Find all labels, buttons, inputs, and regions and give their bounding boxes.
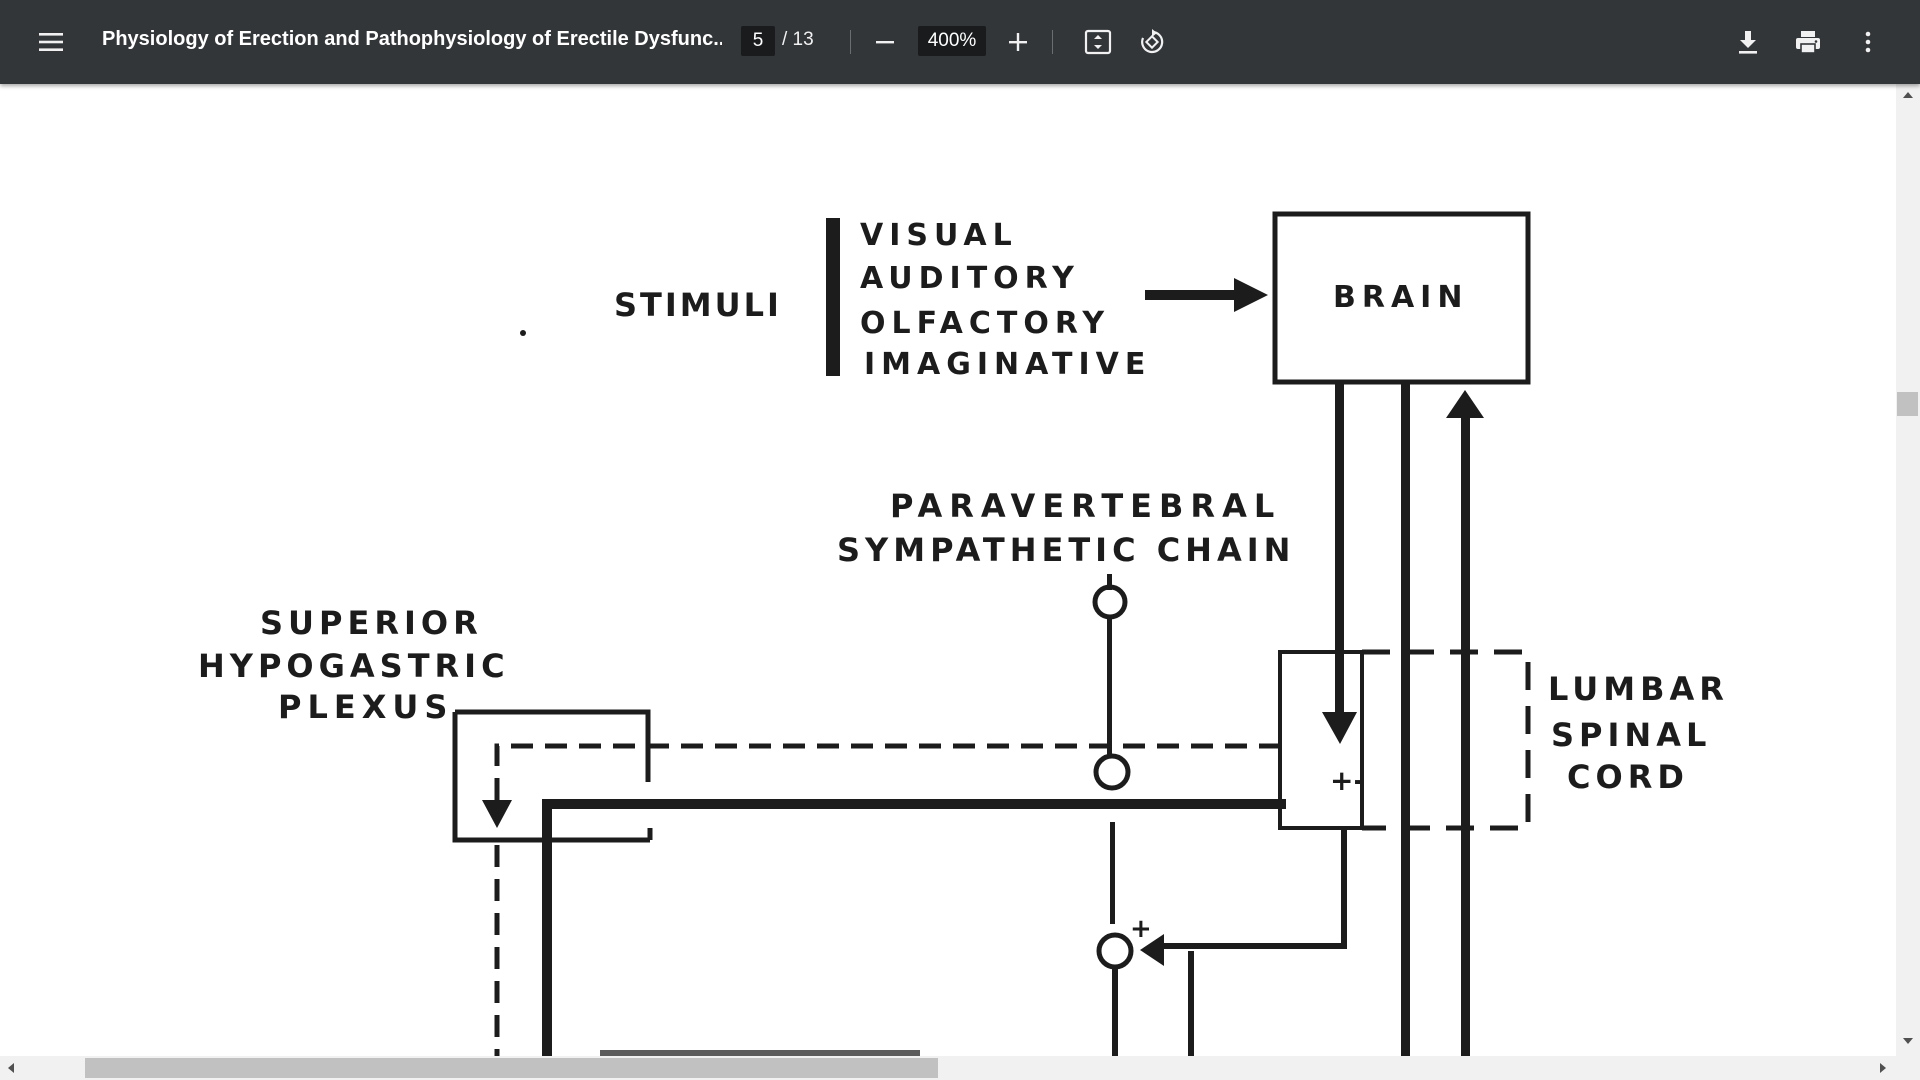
ganglion-top [1092, 584, 1128, 620]
pdf-viewer[interactable]: STIMULI VISUAL AUDITORY OLFACTORY IMAGIN… [0, 84, 1920, 1080]
page-number-input[interactable]: 5 [741, 26, 775, 56]
stimuli-bracket [826, 218, 840, 376]
descending-arrow-head [1322, 712, 1357, 744]
download-icon [1739, 31, 1757, 54]
document-title: Physiology of Erection and Pathophysiolo… [102, 28, 722, 50]
scroll-left-arrow-icon[interactable] [6, 1061, 16, 1075]
zoom-level-input[interactable]: 400% [918, 26, 986, 56]
brain-label: BRAIN [1333, 280, 1468, 315]
toolbar-separator [1052, 30, 1053, 54]
thick-nerve-path [542, 799, 1286, 1056]
spinal-label: SPINAL [1551, 716, 1711, 754]
menu-icon [39, 33, 63, 51]
superior-label: SUPERIOR [260, 604, 483, 642]
stimuli-arrow-line [1145, 290, 1243, 300]
return-nerve-path [1158, 828, 1347, 949]
stimuli-label: STIMULI [614, 286, 782, 324]
stimulus-olfactory: OLFACTORY [860, 306, 1110, 341]
scroll-up-arrow-icon[interactable] [1901, 90, 1915, 100]
print-button[interactable] [1784, 18, 1832, 66]
ganglion-bottom [1096, 932, 1134, 970]
document-page: STIMULI VISUAL AUDITORY OLFACTORY IMAGIN… [198, 211, 1729, 1056]
sympathetic-chain-label: SYMPATHETIC CHAIN [837, 531, 1295, 569]
toolbar-separator [850, 30, 851, 54]
ascending-tract [1461, 412, 1470, 1056]
rotate-icon [1141, 29, 1164, 54]
pdf-toolbar: Physiology of Erection and Pathophysiolo… [0, 0, 1920, 84]
lumbar-label: LUMBAR [1548, 670, 1729, 708]
plexus-dashed-bracket [494, 743, 1282, 800]
vertical-scroll-thumb[interactable] [1897, 392, 1918, 416]
lumbar-dashed-bracket [1362, 649, 1531, 831]
chain-stem-lower [1110, 822, 1115, 924]
chain-stem-middle [1107, 617, 1112, 755]
plus-icon [1009, 33, 1027, 51]
ganglion-middle [1093, 753, 1131, 791]
polarity-sign: +- [1330, 764, 1365, 797]
zoom-out-button[interactable] [861, 18, 909, 66]
plexus-label: PLEXUS [278, 688, 453, 726]
central-tract [1401, 382, 1410, 1056]
more-actions-button[interactable] [1844, 18, 1892, 66]
zoom-in-button[interactable] [994, 18, 1042, 66]
rotate-button[interactable] [1128, 18, 1176, 66]
stimulus-imaginative: IMAGINATIVE [864, 347, 1151, 382]
scroll-right-arrow-icon[interactable] [1878, 1061, 1888, 1075]
menu-button[interactable] [27, 18, 75, 66]
scroll-down-arrow-icon[interactable] [1901, 1036, 1915, 1046]
fit-page-icon [1084, 29, 1112, 55]
stimulus-auditory: AUDITORY [860, 261, 1080, 296]
print-icon [1796, 31, 1820, 54]
minus-icon [876, 41, 894, 44]
stimulus-visual: VISUAL [860, 218, 1018, 253]
cord-label: CORD [1567, 758, 1689, 796]
fit-to-page-button[interactable] [1074, 18, 1122, 66]
plexus-arrow-head [482, 800, 512, 828]
excitatory-sign: + [1130, 914, 1152, 944]
stimuli-arrow-head [1234, 278, 1268, 312]
lumbar-inner-box [1278, 650, 1364, 830]
more-vert-icon [1865, 31, 1871, 53]
vertical-scrollbar[interactable] [1896, 84, 1920, 1056]
page-total: / 13 [782, 29, 814, 50]
horizontal-scroll-thumb[interactable] [85, 1058, 938, 1078]
download-button[interactable] [1724, 18, 1772, 66]
speck-dot [520, 330, 526, 336]
descending-tract [1335, 382, 1344, 722]
chain-stem-bottom [1112, 967, 1118, 1056]
plexus-box [452, 709, 653, 843]
paravertebral-label: PARAVERTEBRAL [890, 487, 1281, 525]
hypogastric-label: HYPOGASTRIC [198, 647, 510, 685]
ascending-arrow-head [1446, 390, 1484, 418]
